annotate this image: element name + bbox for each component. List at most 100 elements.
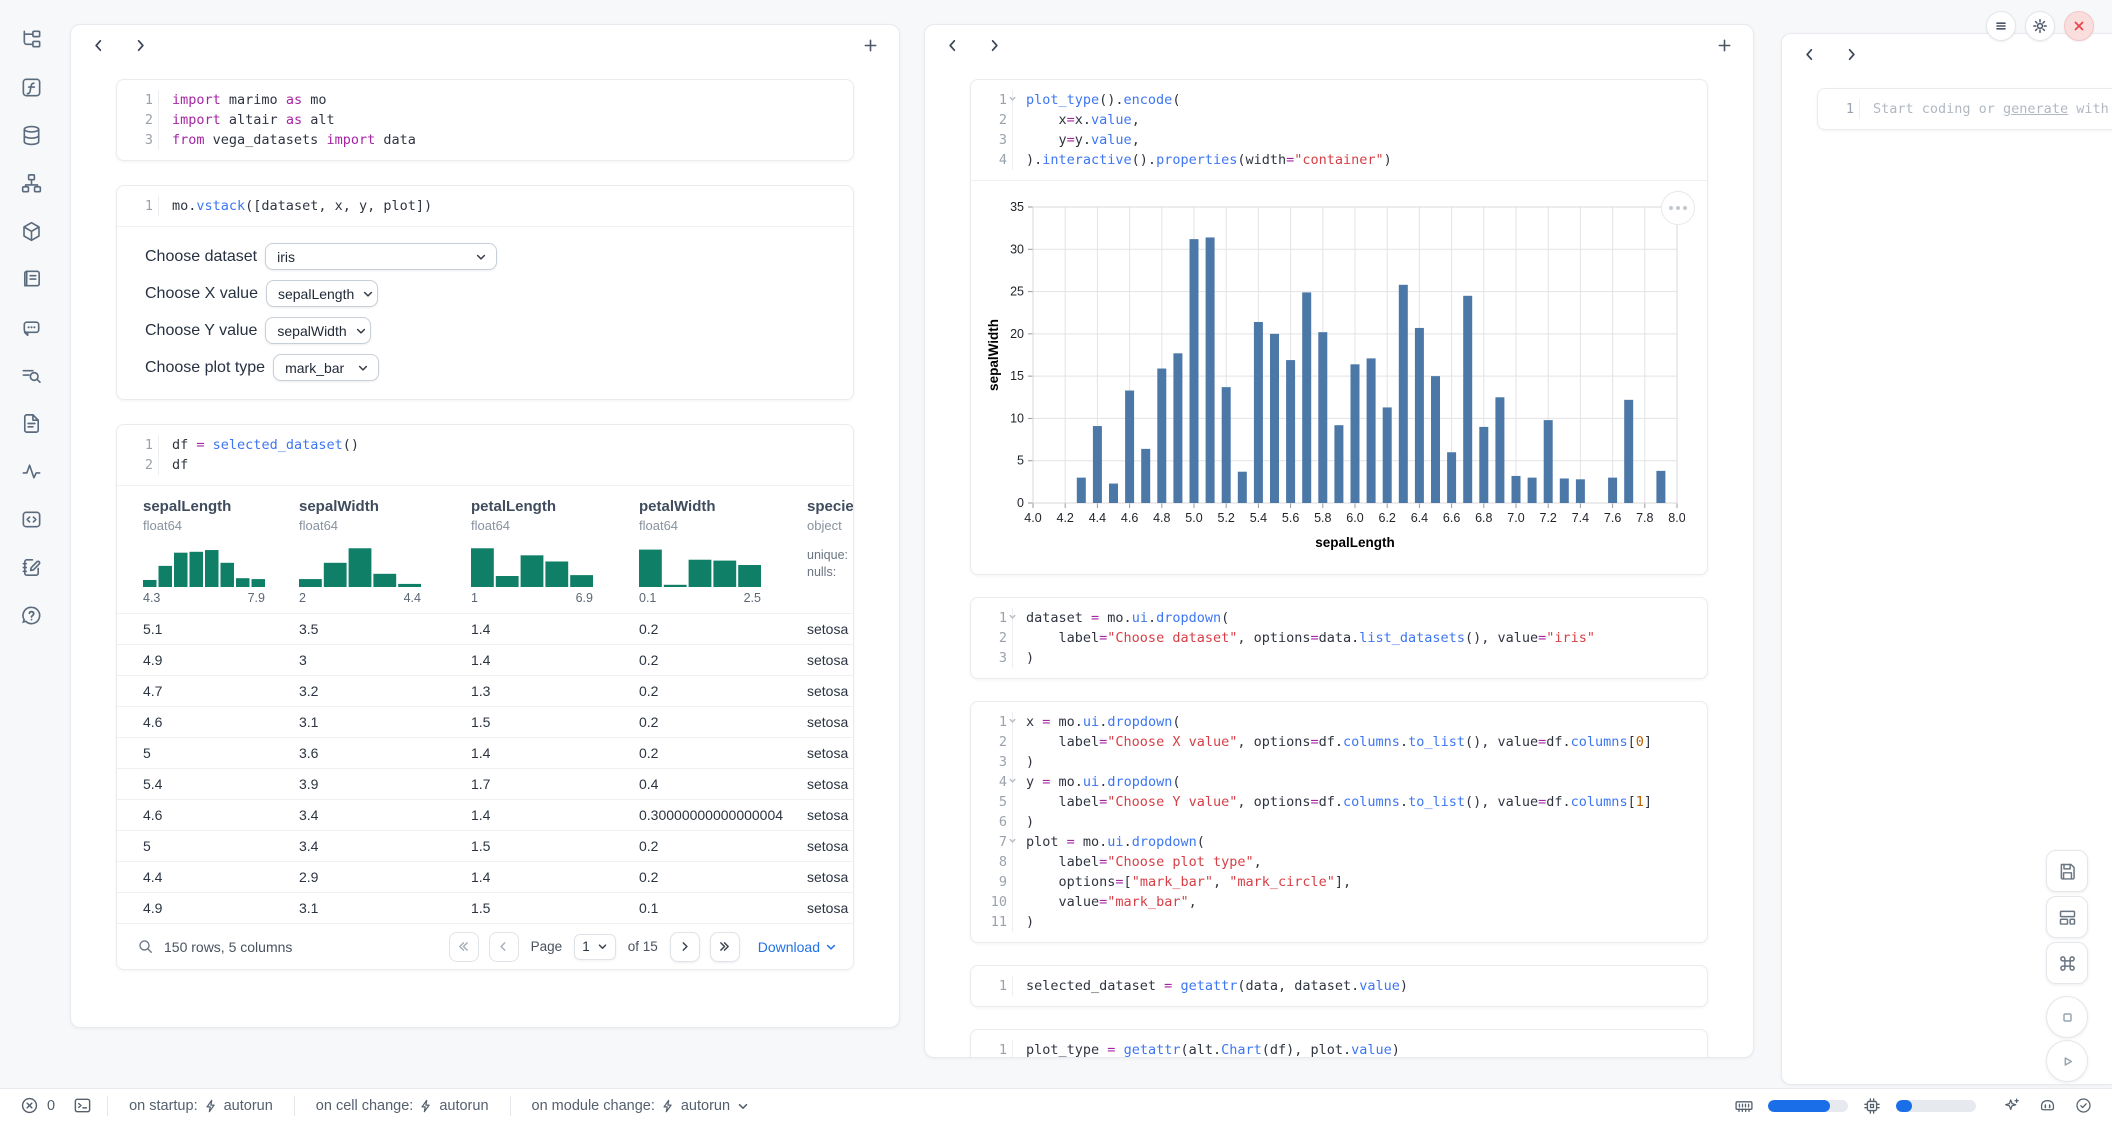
page-number-select[interactable]: 1 [574, 934, 616, 960]
terminal-button[interactable] [71, 1095, 93, 1117]
autorun-toggle[interactable]: on startup:autorun [129, 1098, 273, 1114]
status-bar-right [1734, 1095, 2094, 1117]
svg-text:15: 15 [1010, 369, 1024, 383]
sidebar-item-variables[interactable] [20, 76, 43, 99]
check-circle-icon [2074, 1096, 2093, 1115]
dropdown-label: Choose dataset [145, 248, 257, 266]
run-button[interactable] [2046, 1040, 2088, 1082]
column-histogram [639, 543, 761, 587]
table-cell: setosa [807, 893, 853, 923]
chart-menu-button[interactable] [1661, 191, 1695, 225]
vstack-output: Choose datasetirisChoose X valuesepalLen… [117, 226, 853, 399]
sidebar-item-file-tree[interactable] [20, 28, 43, 51]
code-editor[interactable]: 1mo.vstack([dataset, x, y, plot]) [117, 186, 853, 226]
code-editor[interactable]: 1selected_dataset = getattr(data, datase… [971, 966, 1707, 1006]
terminal-icon [73, 1096, 92, 1115]
sidebar-item-dependency-graph[interactable] [20, 172, 43, 195]
chevron-down-icon [825, 941, 837, 953]
layout-toggle-button[interactable] [2046, 896, 2088, 938]
chevron-down-icon [475, 251, 487, 263]
ram-usage-meter [1768, 1100, 1848, 1112]
column-header[interactable]: sepalWidthfloat6424.4 [299, 498, 471, 605]
column-next-button[interactable] [133, 37, 149, 53]
sidebar-item-packages[interactable] [20, 220, 43, 243]
prev-page-button[interactable] [489, 932, 519, 962]
altair-bar-chart[interactable]: 4.04.24.44.64.85.05.25.45.65.86.06.26.46… [985, 195, 1699, 568]
table-cell: 3.5 [299, 614, 471, 644]
sidebar-item-datasources[interactable] [20, 124, 43, 147]
sidebar-item-tracing[interactable] [20, 460, 43, 483]
autorun-toggle[interactable]: on module change:autorun [532, 1098, 751, 1114]
save-button[interactable] [2046, 850, 2088, 892]
page-total-label: of 15 [628, 939, 658, 954]
sidebar-item-logs[interactable] [20, 268, 43, 291]
dependency-graph-icon [20, 172, 43, 195]
column-histogram [299, 543, 421, 587]
add-cell-button[interactable] [863, 37, 879, 53]
code-cell-dataframe: 12df = selected_dataset()df sepalLengthf… [116, 424, 854, 970]
code-editor[interactable]: 1plot_type = getattr(alt.Chart(df), plot… [971, 1030, 1707, 1058]
code-editor[interactable]: 1234plot_type().encode( x=x.value, y=y.v… [971, 80, 1707, 180]
code-editor[interactable]: 12df = selected_dataset()df [117, 425, 853, 485]
save-icon [2057, 861, 2078, 882]
left-column-panel: 123import marimo as moimport altair as a… [70, 24, 900, 1028]
table-cell: 5 [143, 738, 299, 768]
column-header[interactable]: petalLengthfloat6416.9 [471, 498, 639, 605]
dropdown-select[interactable]: iris [265, 243, 497, 270]
settings-button[interactable] [2025, 11, 2055, 41]
code-editor[interactable]: 1234567891011x = mo.ui.dropdown( label="… [971, 702, 1707, 942]
search-icon[interactable] [137, 938, 154, 955]
autorun-toggle[interactable]: on cell change:autorun [316, 1098, 489, 1114]
column-prev-button[interactable] [91, 37, 107, 53]
dropdown-select[interactable]: sepalLength [266, 280, 378, 307]
table-cell: 1.4 [471, 645, 639, 675]
table-cell: 3.9 [299, 769, 471, 799]
lightning-icon [204, 1099, 218, 1113]
table-row: 5.43.91.70.4setosa [117, 768, 853, 799]
code-editor-placeholder[interactable]: 1Start coding or generate with AI [1818, 89, 2112, 129]
code-editor[interactable]: 123import marimo as moimport altair as a… [117, 80, 853, 160]
svg-text:4.6: 4.6 [1121, 511, 1138, 525]
sidebar-item-outline-search[interactable] [20, 364, 43, 387]
copilot-button[interactable] [2036, 1095, 2058, 1117]
sidebar-item-help[interactable] [20, 604, 43, 627]
connection-status-button[interactable] [2072, 1095, 2094, 1117]
column-next-button[interactable] [987, 37, 1003, 53]
logs-icon [20, 268, 43, 291]
stop-icon [2057, 1007, 2078, 1028]
column-prev-button[interactable] [945, 37, 961, 53]
column-header[interactable]: petalWidthfloat640.12.5 [639, 498, 807, 605]
stop-button[interactable] [2046, 996, 2088, 1038]
middle-panel-header [925, 25, 1753, 65]
table-cell: 1.5 [471, 893, 639, 923]
errors-indicator-button[interactable] [18, 1095, 40, 1117]
download-button[interactable]: Download [758, 939, 837, 955]
table-cell: 0.2 [639, 707, 807, 737]
svg-text:7.8: 7.8 [1636, 511, 1653, 525]
keyboard-shortcuts-button[interactable] [2046, 942, 2088, 984]
column-header[interactable]: sepalLengthfloat644.37.9 [143, 498, 299, 605]
sidebar-item-snippets[interactable] [20, 508, 43, 531]
sidebar-item-ai-chat[interactable] [20, 316, 43, 339]
dropdown-select[interactable]: sepalWidth [265, 317, 371, 344]
first-page-button[interactable] [449, 932, 479, 962]
notebook-menu-button[interactable] [1986, 11, 2016, 41]
last-page-button[interactable] [710, 932, 740, 962]
column-header[interactable]: speciesobjectunique:nulls: [807, 498, 853, 605]
sidebar-item-scratchpad[interactable] [20, 556, 43, 579]
shutdown-button[interactable] [2064, 11, 2094, 41]
svg-text:7.0: 7.0 [1507, 511, 1524, 525]
add-cell-button[interactable] [1717, 37, 1733, 53]
table-row: 4.42.91.40.2setosa [117, 861, 853, 892]
column-next-button[interactable] [1844, 46, 1860, 62]
dropdown-select[interactable]: mark_bar [273, 354, 379, 381]
code-cell-vstack: 1mo.vstack([dataset, x, y, plot]) Choose… [116, 185, 854, 400]
code-editor[interactable]: 123dataset = mo.ui.dropdown( label="Choo… [971, 598, 1707, 678]
autorun-settings: on startup:autorun on cell change:autorun… [93, 1096, 750, 1116]
column-prev-button[interactable] [1802, 46, 1818, 62]
next-page-button[interactable] [670, 932, 700, 962]
icon-sidebar [0, 0, 62, 1088]
table-cell: setosa [807, 800, 853, 830]
ai-sparkles-button[interactable] [2000, 1095, 2022, 1117]
sidebar-item-documentation[interactable] [20, 412, 43, 435]
